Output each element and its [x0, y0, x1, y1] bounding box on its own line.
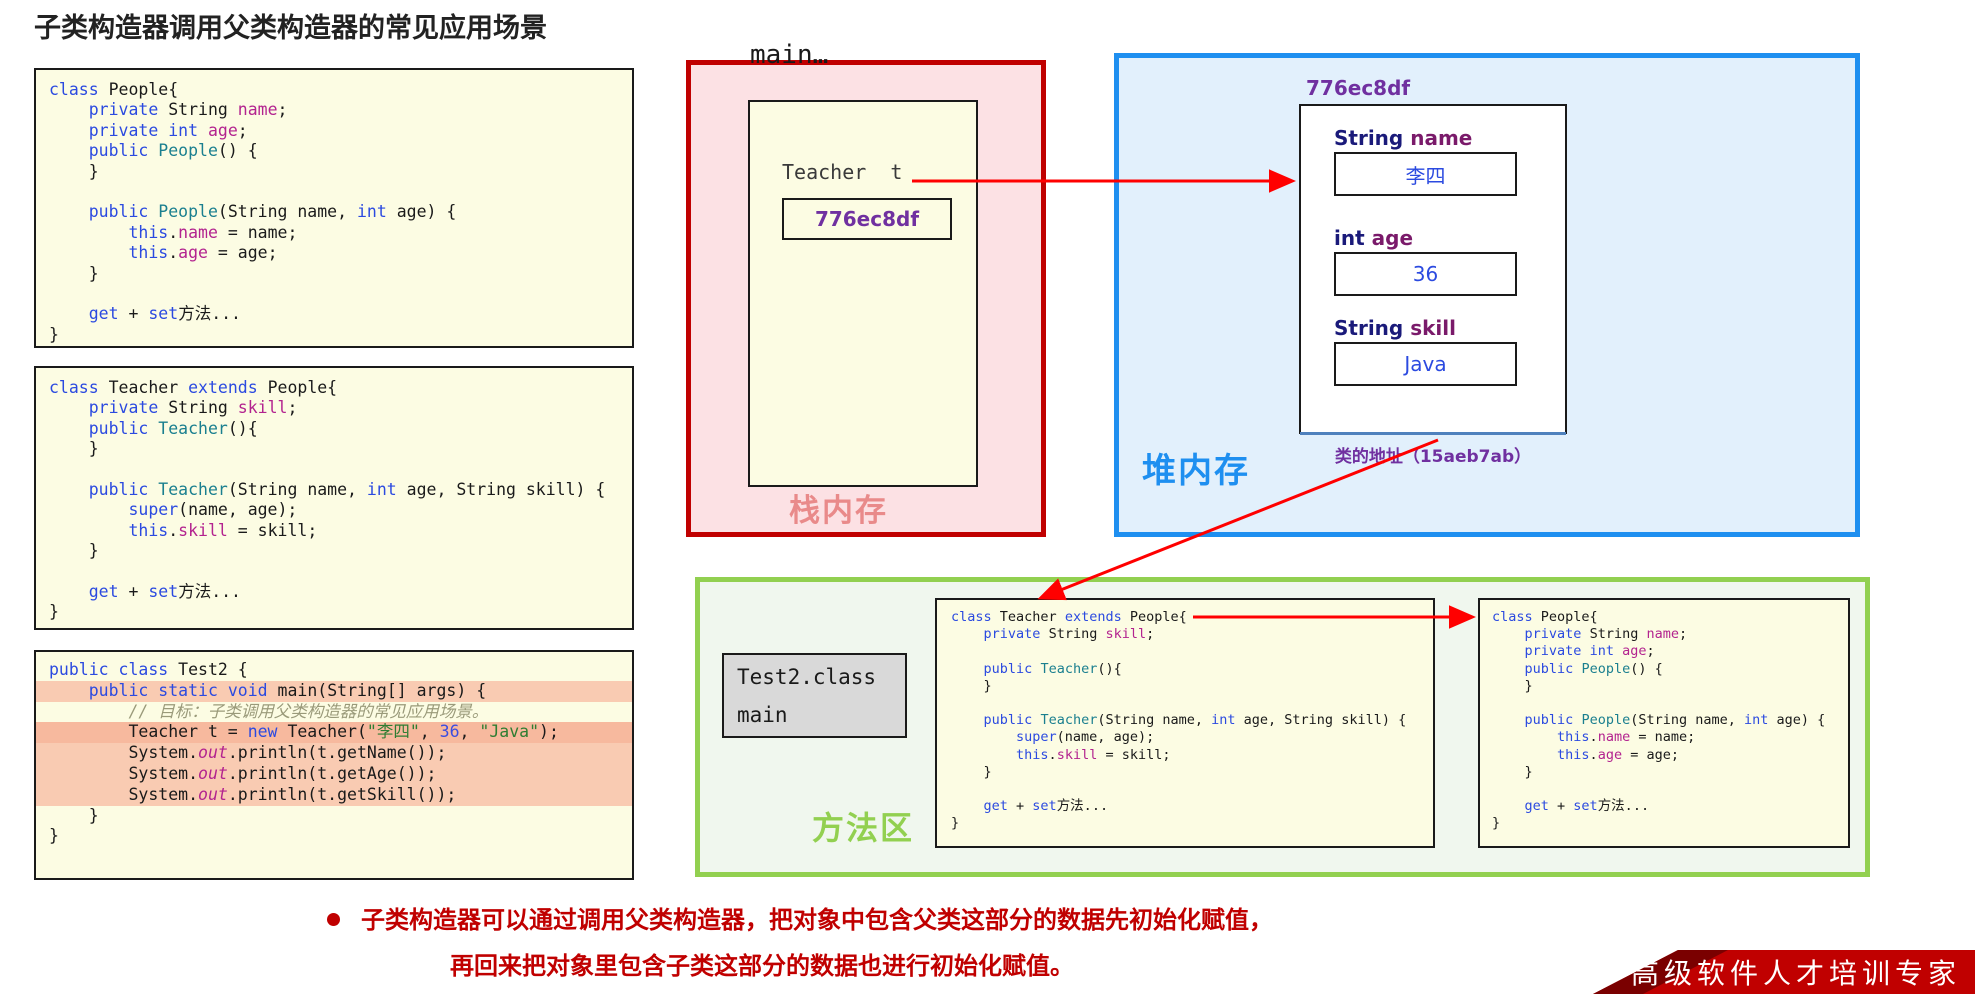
code-test2: public class Test2 { public static void … — [36, 652, 632, 847]
footer-banner: 高级软件人才培训专家 — [1523, 942, 1975, 994]
method-area-code-people: class People{ private String name; priva… — [1478, 598, 1850, 848]
heap-region-title: 堆内存 — [1142, 451, 1250, 491]
stack-frame-box — [748, 100, 978, 487]
page-title: 子类构造器调用父类构造器的常见应用场景 — [34, 13, 547, 44]
code-card-people: class People{ private String name; priva… — [34, 68, 634, 348]
class-file-line-1: Test2.class — [737, 665, 877, 689]
stack-region-title: 栈内存 — [789, 493, 888, 529]
stack-frame-label: main… — [750, 40, 829, 70]
heap-field-label-age: int age — [1334, 226, 1414, 250]
heap-field-value-age: 36 — [1334, 252, 1517, 296]
code-method-area-people: class People{ private String name; priva… — [1492, 609, 1826, 832]
method-area-code-teacher: class Teacher extends People{ private St… — [935, 598, 1435, 848]
stack-variable-value: 776ec8df — [814, 207, 920, 231]
method-area-region-title: 方法区 — [812, 809, 915, 847]
heap-field-label-skill: String skill — [1334, 316, 1456, 340]
footer-bullet-line-1: 子类构造器可以通过调用父类构造器，把对象中包含父类这部分的数据先初始化赋值， — [361, 906, 1273, 934]
code-method-area-teacher: class Teacher extends People{ private St… — [951, 609, 1407, 832]
heap-field-value-name: 李四 — [1334, 152, 1517, 196]
heap-object-address: 776ec8df — [1306, 76, 1411, 100]
code-card-teacher: class Teacher extends People{ private St… — [34, 366, 634, 630]
method-area-class-file-box: Test2.class main — [722, 653, 907, 738]
heap-field-value-skill: Java — [1334, 342, 1517, 386]
stack-variable-name: Teacher t — [782, 160, 903, 184]
code-teacher: class Teacher extends People{ private St… — [49, 378, 606, 622]
heap-class-address-label: 类的地址（15aeb7ab） — [1334, 446, 1532, 467]
heap-field-label-name: String name — [1334, 126, 1473, 150]
code-card-test2: public class Test2 { public static void … — [34, 650, 634, 880]
footer-bullet-line-2: 再回来把对象里包含子类这部分的数据也进行初始化赋值。 — [450, 952, 1074, 980]
class-file-line-2: main — [737, 703, 788, 727]
code-people: class People{ private String name; priva… — [49, 80, 457, 344]
banner-text: 高级软件人才培训专家 — [1630, 957, 1961, 990]
bullet-dot-icon — [327, 913, 340, 926]
